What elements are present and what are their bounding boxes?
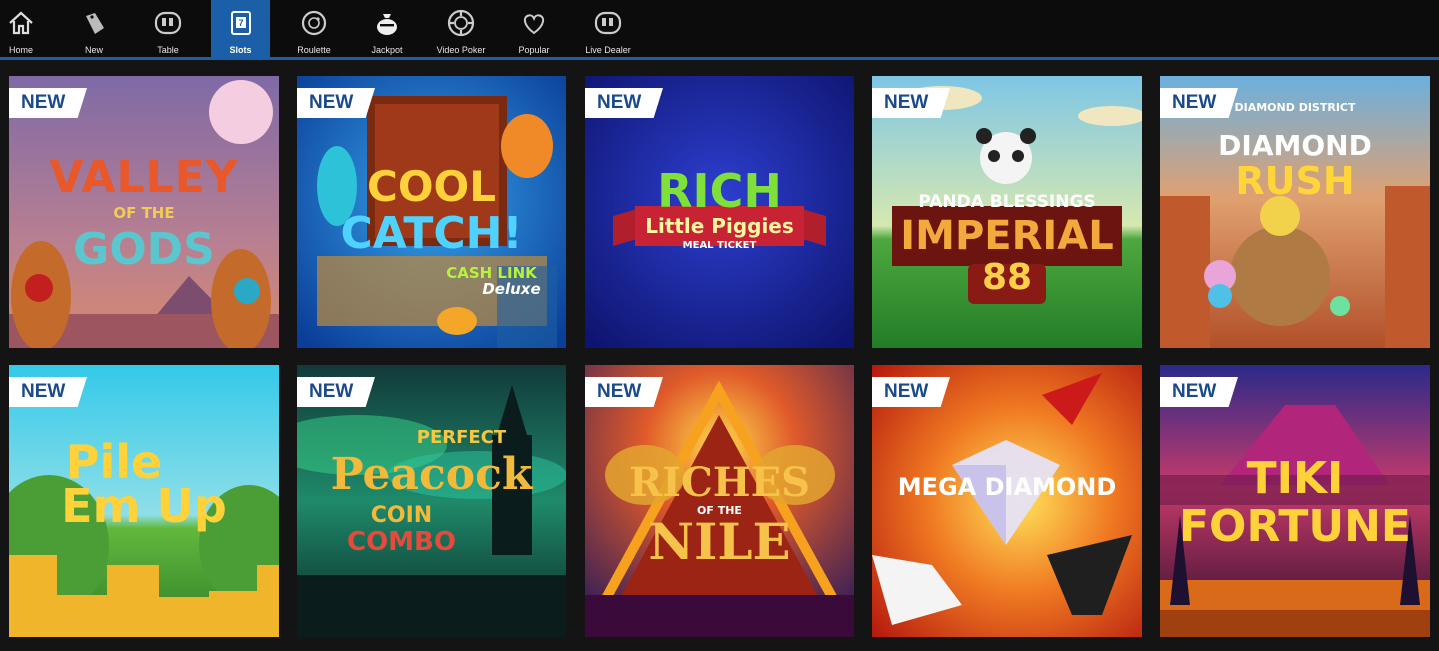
nav-underline [0, 57, 1439, 60]
nav-item-roulette[interactable]: Roulette [292, 0, 336, 57]
category-nav: Home New Table 7 Slots Roulette Jackpot … [0, 0, 1439, 57]
game-title-line: GODS [73, 224, 215, 275]
nav-item-new[interactable]: New [72, 0, 116, 57]
game-title-line: RICHES [629, 459, 810, 506]
game-title-line: RUSH [1235, 159, 1355, 203]
game-title-line: 88 [981, 257, 1033, 298]
heart-icon [523, 14, 545, 35]
game-title-line: COMBO [347, 527, 456, 557]
new-badge: NEW [585, 377, 663, 407]
game-title-line: NILE [648, 512, 791, 571]
game-title-line: DIAMOND [1218, 129, 1372, 162]
money-bag-icon [377, 14, 397, 35]
game-title-line: COOL [367, 162, 496, 211]
game-title-line: CATCH! [340, 208, 523, 259]
new-badge: NEW [297, 88, 375, 118]
nav-label-live-dealer: Live Dealer [585, 45, 631, 55]
game-title-line: RICH [657, 164, 782, 218]
game-tile-valley-of-the-gods[interactable]: VALLEY OF THE GODS NEW [9, 76, 279, 348]
game-title-line: VALLEY [49, 152, 239, 203]
roulette-icon [301, 10, 327, 36]
game-title-line: MEAL TICKET [682, 240, 757, 251]
new-badge: NEW [297, 377, 375, 407]
new-badge: NEW [1160, 88, 1238, 118]
nav-label-jackpot: Jackpot [371, 45, 403, 55]
game-title-line: OF THE [113, 204, 175, 222]
game-tile-tiki-fortune[interactable]: TIKI FORTUNE NEW [1160, 365, 1430, 637]
game-title-line: COIN [370, 503, 433, 528]
nav-item-table[interactable]: Table [146, 0, 190, 57]
new-badge: NEW [872, 88, 950, 118]
game-title-line: Peacock [330, 449, 533, 500]
nav-label-popular: Popular [518, 45, 550, 55]
nav-item-live-dealer[interactable]: Live Dealer [582, 0, 634, 57]
new-badge: NEW [9, 88, 87, 118]
game-tile-pile-em-up[interactable]: Pile Em Up NEW [9, 365, 279, 637]
game-tile-riches-of-the-nile[interactable]: RICHES OF THE NILE NEW [585, 365, 854, 637]
tag-icon [86, 13, 104, 34]
home-icon [9, 11, 33, 35]
game-tile-cool-catch[interactable]: COOL CATCH! CASH LINK Deluxe NEW [297, 76, 566, 348]
nav-item-jackpot[interactable]: Jackpot [365, 0, 409, 57]
poker-chip-icon [447, 9, 475, 37]
game-tile-panda-blessings[interactable]: PANDA BLESSINGS IMPERIAL 88 NEW [872, 76, 1142, 348]
chip-icon [594, 11, 622, 35]
game-title-line: MEGA DIAMOND [897, 473, 1117, 501]
game-title-line: CASH LINK [446, 264, 537, 282]
new-badge: NEW [872, 377, 950, 407]
game-title-line: IMPERIAL [900, 213, 1114, 259]
nav-label-home: Home [8, 45, 33, 55]
game-title-line: FORTUNE [1179, 501, 1411, 552]
game-tile-mega-diamond[interactable]: MEGA DIAMOND NEW [872, 365, 1142, 637]
game-tile-perfect-peacock[interactable]: PERFECT Peacock COIN COMBO NEW [297, 365, 566, 637]
game-title-line: Em Up [61, 479, 227, 533]
nav-item-video-poker[interactable]: Video Poker [433, 0, 489, 57]
game-tile-rich-little-piggies[interactable]: RICH Little Piggies MEAL TICKET NEW [585, 76, 854, 348]
nav-label-slots: Slots [229, 45, 252, 55]
game-tile-diamond-rush[interactable]: DIAMOND DISTRICT DIAMOND RUSH NEW [1160, 76, 1430, 348]
svg-text:7: 7 [238, 18, 243, 28]
new-badge: NEW [1160, 377, 1238, 407]
nav-item-slots[interactable]: 7 Slots [211, 0, 270, 57]
nav-item-popular[interactable]: Popular [512, 0, 556, 57]
nav-label-table: Table [157, 45, 179, 55]
game-title-line: PERFECT [416, 427, 507, 448]
nav-label-new: New [84, 45, 103, 55]
game-title-line: TIKI [1246, 453, 1344, 504]
game-title-line: Deluxe [482, 280, 541, 298]
new-badge: NEW [585, 88, 663, 118]
nav-label-video-poker: Video Poker [436, 45, 486, 55]
chip-icon [154, 11, 182, 35]
game-title-line: Little Piggies [645, 214, 794, 238]
nav-label-roulette: Roulette [297, 45, 331, 55]
slot-machine-icon: 7 [230, 11, 251, 35]
new-badge: NEW [9, 377, 87, 407]
game-title-line: PANDA BLESSINGS [918, 192, 1096, 212]
nav-item-home[interactable]: Home [0, 0, 42, 57]
